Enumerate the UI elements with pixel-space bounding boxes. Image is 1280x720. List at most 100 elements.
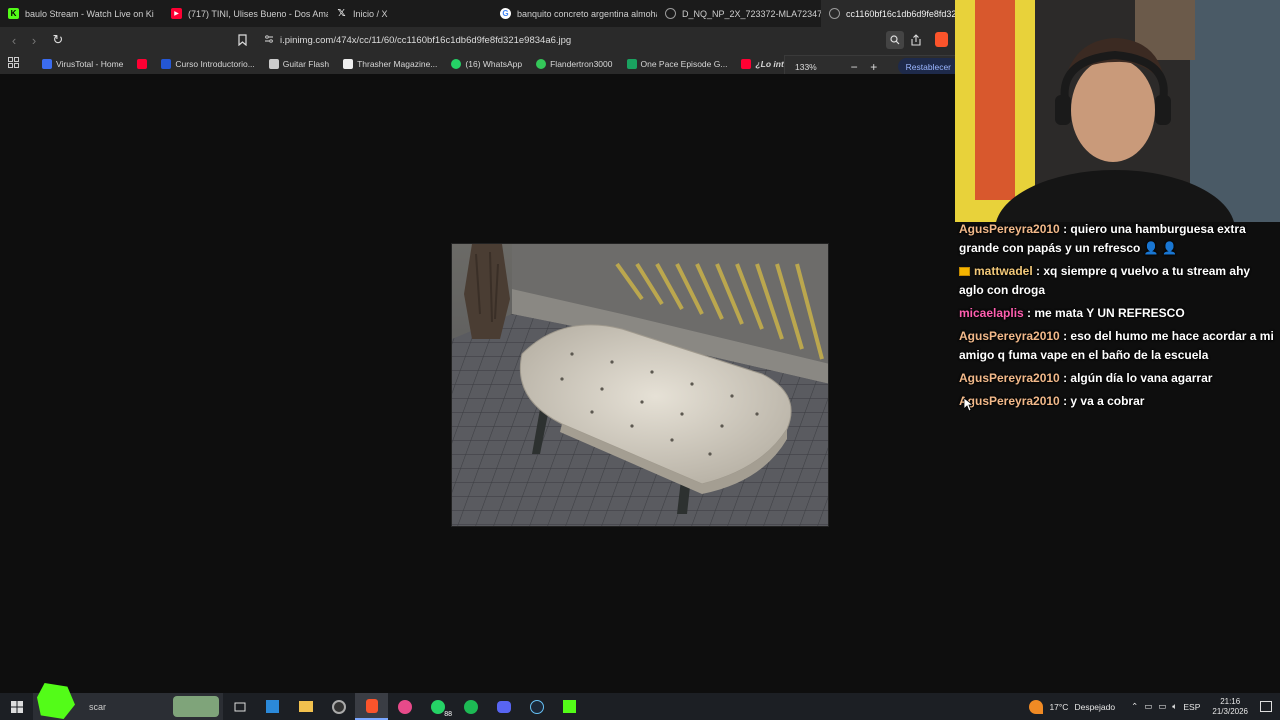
bookmark-label: One Pace Episode G... [640,58,728,69]
brave-shields-icon[interactable] [935,32,948,47]
task-view-icon[interactable] [223,693,256,720]
address-bar[interactable]: i.pinimg.com/474x/cc/11/60/cc1160bf16c1d… [258,30,898,50]
obs-icon[interactable] [322,693,355,720]
tab-x[interactable]: 𝕏 Inicio / X [328,0,492,27]
chat-text: : algún día lo vana agarrar [1059,371,1213,385]
screen: K baulo Stream - Watch Live on Ki ▶ (717… [0,0,1280,720]
discord-icon[interactable] [487,693,520,720]
clock[interactable]: 21:16 21/3/2026 [1212,697,1248,717]
tab-youtube[interactable]: ▶ (717) TINI, Ulises Bueno - Dos Amant [163,0,328,27]
weather-desc[interactable]: Despejado [1074,702,1115,712]
bookmark-label: Guitar Flash [282,58,330,69]
youtube-icon: ▶ [171,8,182,19]
bookmark-flandertron[interactable]: Flandertron3000 [529,58,619,69]
language-indicator[interactable]: ESP [1183,702,1200,712]
bookmark-icon[interactable] [232,30,252,50]
file-explorer-icon[interactable] [289,693,322,720]
search-text: scar [89,701,107,712]
bookmark-youtube[interactable] [130,58,154,69]
x-icon: 𝕏 [337,8,346,19]
bookmark-label: Curso Introductorio... [175,58,255,69]
search-highlight-image [173,696,219,717]
subscriber-badge-icon [959,267,970,276]
chat-text: : me mata Y UN REFRESCO [1023,306,1185,320]
bookmark-whatsapp[interactable]: (16) WhatsApp [444,58,529,69]
url-text: i.pinimg.com/474x/cc/11/60/cc1160bf16c1d… [280,34,572,46]
sheets-icon [626,58,637,69]
bench-photo[interactable] [451,243,829,527]
notifications-icon[interactable] [1260,701,1272,712]
tab-image-1[interactable]: D_NQ_NP_2X_723372-MLA72347729 [657,0,821,27]
mouse-cursor-icon [963,397,975,416]
bookmark-one-pace[interactable]: One Pace Episode G... [620,58,735,69]
spotify-icon[interactable] [454,693,487,720]
wifi-icon[interactable]: ▭ [1158,701,1166,712]
globe-icon [829,8,840,19]
steam-icon[interactable] [520,693,553,720]
flandertron-icon [536,58,547,69]
kick-icon: K [8,8,19,19]
chat-username: AgusPereyra2010 [959,371,1060,385]
brave-browser-icon[interactable] [355,693,388,720]
tab-title: Inicio / X [353,8,388,19]
tab-title: cc1160bf16c1db6d9fe8fd321e9 [846,8,961,19]
chat-app-icon[interactable] [388,693,421,720]
tab-kick-stream[interactable]: K baulo Stream - Watch Live on Ki [0,0,163,27]
chat-text: : y va a cobrar [1059,394,1145,408]
udemy-icon [161,58,172,69]
clock-date: 21/3/2026 [1212,706,1248,716]
network-tray-icon[interactable]: ▭ [1144,701,1152,712]
youtube-icon [741,58,752,69]
youtube-icon [137,58,148,69]
chat-username: AgusPereyra2010 [959,394,1060,408]
chat-message: micaelaplis : me mata Y UN REFRESCO [955,302,1280,325]
taskbar-search[interactable]: scar [33,683,223,720]
share-icon[interactable] [910,33,922,51]
site-info-icon[interactable] [264,34,274,47]
chat-overlay: AgusPereyra2010 : quiero una hamburguesa… [955,218,1280,413]
chevron-up-icon[interactable]: ⌃ [1131,701,1138,712]
bookmark-thrasher[interactable]: Thrasher Magazine... [336,58,444,69]
tab-google-search[interactable]: G banquito concreto argentina almoha [492,0,657,27]
tab-title: baulo Stream - Watch Live on Ki [25,8,154,19]
bookmark-guitar-flash[interactable]: Guitar Flash [262,58,336,69]
reload-icon[interactable]: ↻ [48,30,68,50]
apps-grid-icon[interactable] [8,57,19,70]
bookmark-curso[interactable]: Curso Introductorio... [154,58,261,69]
tab-title: banquito concreto argentina almoha [517,8,657,19]
chat-username: mattwadel [974,264,1033,278]
system-tray: 17°C Despejado ⌃ ▭ ▭ 🔈︎ ESP 21:16 21/3/2… [1029,693,1280,720]
zoom-out-button[interactable]: − [844,60,864,74]
bookmark-label: VirusTotal - Home [56,58,124,69]
chat-message: AgusPereyra2010 : eso del humo me hace a… [955,325,1280,367]
forward-icon[interactable]: › [24,30,44,50]
virustotal-icon [42,58,52,69]
back-icon[interactable]: ‹ [4,30,24,50]
thrasher-icon [343,58,354,69]
chat-username: micaelaplis [959,306,1024,320]
chat-username: AgusPereyra2010 [959,222,1060,236]
zoom-reset-button[interactable]: Restablecer [897,58,960,75]
weather-icon [1029,699,1044,714]
tab-image-active[interactable]: cc1160bf16c1db6d9fe8fd321e9 [821,0,961,27]
zoom-level: 133% [795,61,817,72]
weather-temp[interactable]: 17°C [1049,702,1068,712]
whatsapp-badge: 88 [444,711,452,718]
chat-username: AgusPereyra2010 [959,329,1060,343]
whatsapp-taskbar-icon[interactable]: 88 [421,693,454,720]
whatsapp-icon [451,58,462,69]
zoom-in-button[interactable]: + [864,60,884,74]
bookmark-label: (16) WhatsApp [465,58,523,69]
zoom-icon[interactable] [886,31,904,49]
bookmark-virustotal[interactable]: VirusTotal - Home [35,58,130,69]
streamer-webcam [955,0,1280,222]
tab-title: (717) TINI, Ulises Bueno - Dos Amant [188,8,328,19]
kick-app-icon[interactable] [553,693,586,720]
taskbar: scar 88 17°C Despejado ⌃ ▭ ▭ 🔈︎ ESP 21:1… [0,683,1280,720]
chat-message: AgusPereyra2010 : algún día lo vana agar… [955,367,1280,390]
store-icon[interactable] [256,693,289,720]
windows-start-icon[interactable] [0,693,33,720]
guitar-icon [268,58,279,69]
chat-message: AgusPereyra2010 : quiero una hamburguesa… [955,218,1280,260]
volume-icon[interactable]: 🔈︎ [1172,701,1177,712]
